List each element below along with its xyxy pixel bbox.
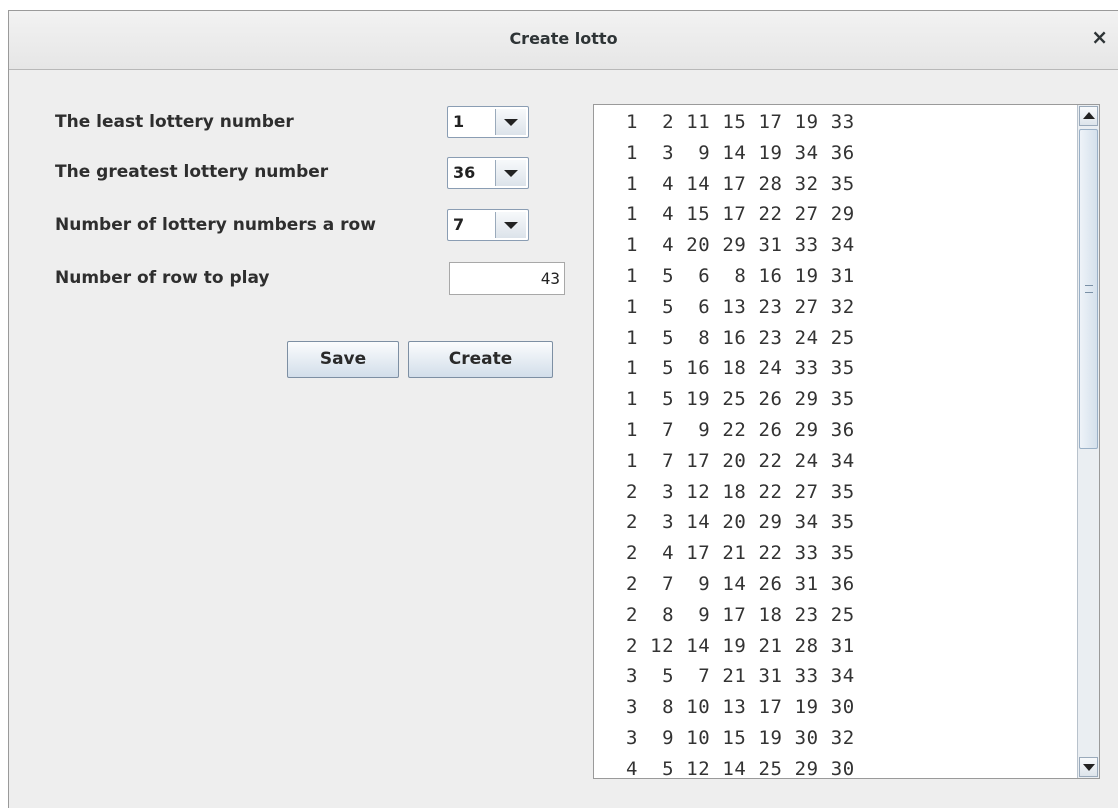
lotto-row: 3 5 7 21 31 33 34 bbox=[614, 665, 855, 688]
chevron-down-icon[interactable] bbox=[495, 160, 526, 186]
lotto-row: 1 2 11 15 17 19 33 bbox=[614, 111, 855, 133]
greatest-number-value: 36 bbox=[453, 163, 476, 182]
least-number-label: The least lottery number bbox=[55, 112, 294, 132]
lotto-row: 3 9 10 15 19 30 32 bbox=[614, 727, 855, 749]
grip-icon bbox=[1085, 285, 1093, 293]
lotto-row: 1 5 16 18 24 33 35 bbox=[614, 357, 855, 380]
lotto-row: 1 5 6 13 23 27 32 bbox=[614, 295, 855, 318]
greatest-number-label: The greatest lottery number bbox=[55, 162, 329, 182]
create-button[interactable]: Create bbox=[408, 341, 553, 378]
rows-to-play-label: Number of row to play bbox=[55, 268, 270, 288]
lotto-row: 2 3 14 20 29 34 35 bbox=[614, 511, 855, 534]
greatest-number-select[interactable]: 36 bbox=[447, 157, 529, 189]
lotto-row: 1 4 15 17 22 27 29 bbox=[614, 203, 855, 226]
lotto-row: 1 7 17 20 22 24 34 bbox=[614, 449, 855, 472]
lotto-row: 1 5 19 25 26 29 35 bbox=[614, 388, 855, 411]
create-lotto-dialog: Create lotto × The least lottery number … bbox=[8, 10, 1118, 808]
vertical-scrollbar[interactable] bbox=[1077, 105, 1099, 778]
least-number-value: 1 bbox=[453, 112, 465, 131]
lotto-row: 1 7 9 22 26 29 36 bbox=[614, 419, 855, 441]
numbers-per-row-select[interactable]: 7 bbox=[447, 209, 529, 241]
lotto-row: 3 8 10 13 17 19 30 bbox=[614, 696, 855, 719]
lotto-row: 2 12 14 19 21 28 31 bbox=[614, 634, 855, 657]
save-button[interactable]: Save bbox=[287, 341, 399, 378]
close-icon[interactable]: × bbox=[1091, 25, 1108, 49]
lotto-row: 1 4 14 17 28 32 35 bbox=[614, 172, 855, 195]
title-bar[interactable]: Create lotto × bbox=[9, 11, 1118, 70]
chevron-down-icon[interactable] bbox=[495, 212, 526, 238]
lotto-row: 2 8 9 17 18 23 25 bbox=[614, 603, 855, 626]
lotto-row: 1 5 6 8 16 19 31 bbox=[614, 265, 855, 287]
lotto-row: 1 5 8 16 23 24 25 bbox=[614, 326, 855, 349]
numbers-per-row-label: Number of lottery numbers a row bbox=[55, 215, 376, 235]
lotto-rows-output[interactable]: 1 2 11 15 17 19 33 1 3 9 14 19 34 36 1 4… bbox=[593, 104, 1100, 779]
lotto-row: 1 3 9 14 19 34 36 bbox=[614, 141, 855, 164]
dialog-title: Create lotto bbox=[509, 29, 618, 48]
lotto-row: 2 3 12 18 22 27 35 bbox=[614, 480, 855, 503]
least-number-select[interactable]: 1 bbox=[447, 106, 529, 138]
scroll-up-icon[interactable] bbox=[1079, 106, 1098, 126]
lotto-row: 2 7 9 14 26 31 36 bbox=[614, 573, 855, 595]
numbers-per-row-value: 7 bbox=[453, 215, 465, 234]
lotto-row: 2 4 17 21 22 33 35 bbox=[614, 542, 855, 565]
lotto-row: 1 4 20 29 31 33 34 bbox=[614, 234, 855, 257]
lotto-row: 4 5 12 14 25 29 30 bbox=[614, 757, 855, 779]
chevron-down-icon[interactable] bbox=[495, 109, 526, 135]
scrollbar-thumb[interactable] bbox=[1079, 129, 1098, 449]
scroll-down-icon[interactable] bbox=[1079, 757, 1098, 777]
rows-to-play-input[interactable]: 43 bbox=[449, 262, 565, 295]
